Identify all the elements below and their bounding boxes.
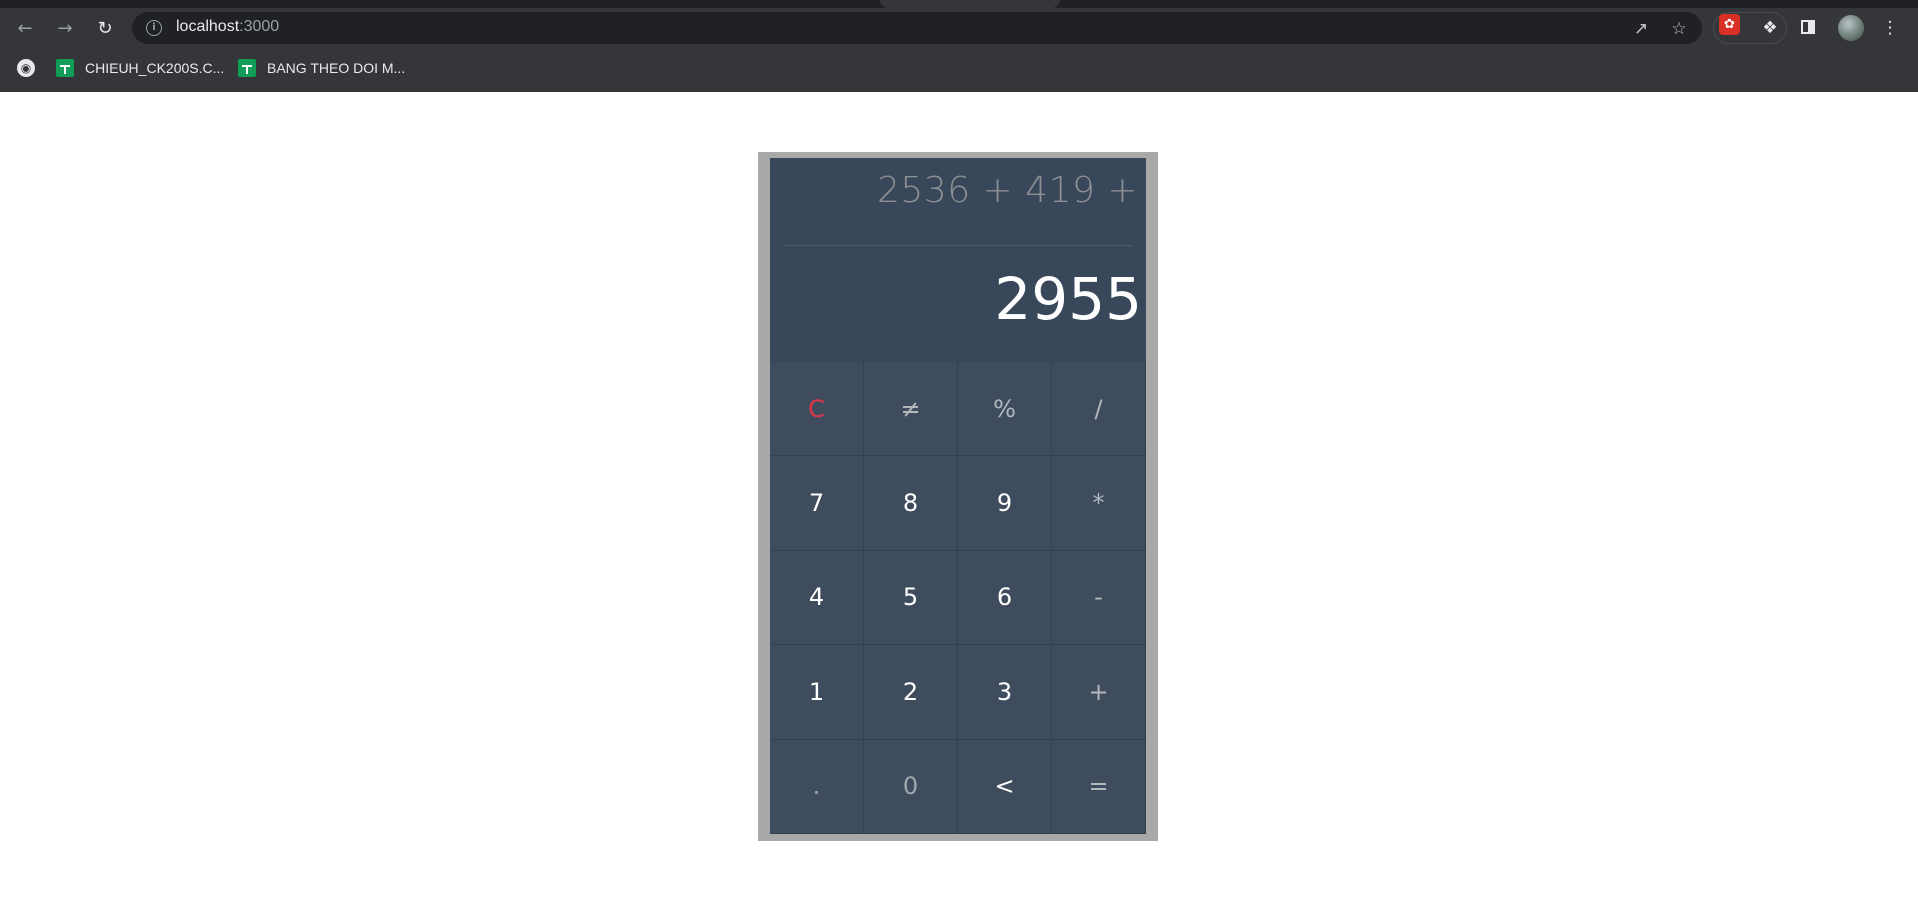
divide-button[interactable]: / <box>1052 362 1146 457</box>
forward-icon[interactable]: → <box>51 14 79 42</box>
decimal-button[interactable]: . <box>770 739 864 834</box>
bookmark-label: CHIEUH_CK200S.C... <box>85 60 225 76</box>
share-icon[interactable]: ↗ <box>1630 18 1652 40</box>
backspace-button[interactable]: < <box>958 739 1052 834</box>
digit-5-button[interactable]: 5 <box>864 550 958 646</box>
digit-0-button[interactable]: 0 <box>864 739 958 834</box>
digit-4-button[interactable]: 4 <box>770 550 864 646</box>
not-equal-button[interactable]: ≠ <box>864 362 958 457</box>
side-panel-icon[interactable] <box>1801 20 1815 34</box>
calculator-display: 2536 + 419 + 2955 <box>770 158 1146 362</box>
multiply-button[interactable]: * <box>1052 456 1146 551</box>
equals-button[interactable]: = <box>1052 739 1146 834</box>
clear-button[interactable]: C <box>770 362 864 457</box>
address-bar[interactable]: i localhost:3000 ↗ ☆ <box>132 12 1702 44</box>
browser-chrome: ← → ↻ i localhost:3000 ↗ ☆ ✿ ❖ ⋮ ◉ CHIEU… <box>0 0 1918 92</box>
bookmark-label: BANG THEO DOI M... <box>267 60 406 76</box>
url-host: localhost <box>176 18 240 35</box>
menu-kebab-icon[interactable]: ⋮ <box>1876 14 1904 42</box>
bookmark-item[interactable]: CHIEUH_CK200S.C... <box>56 58 224 78</box>
digit-9-button[interactable]: 9 <box>958 456 1052 551</box>
url-port: :3000 <box>239 18 280 35</box>
digit-2-button[interactable]: 2 <box>864 645 958 740</box>
digit-7-button[interactable]: 7 <box>770 456 864 551</box>
bookmarks-bar: ◉ CHIEUH_CK200S.C... BANG THEO DOI M... <box>0 52 1918 84</box>
keypad: C ≠%/ 7 8 9 * 4 5 6- 1 2 3 +. 0 < = <box>770 362 1146 834</box>
subtract-button[interactable]: - <box>1052 550 1146 646</box>
bookmark-item[interactable]: BANG THEO DOI M... <box>238 58 405 78</box>
digit-1-button[interactable]: 1 <box>770 645 864 740</box>
digit-8-button[interactable]: 8 <box>864 456 958 551</box>
expression-display: 2536 + 419 + <box>877 170 1138 211</box>
percent-button[interactable]: % <box>958 362 1052 457</box>
extensions-puzzle-icon[interactable]: ❖ <box>1756 14 1784 42</box>
browser-toolbar: ← → ↻ i localhost:3000 ↗ ☆ ✿ ❖ ⋮ <box>0 8 1918 48</box>
calculator: 2536 + 419 + 2955 C ≠%/ 7 8 9 * 4 5 6- 1 2 3 +. 0 < = <box>770 158 1146 834</box>
digit-6-button[interactable]: 6 <box>958 550 1052 646</box>
bookmark-star-icon[interactable]: ☆ <box>1668 18 1690 40</box>
url-text[interactable]: localhost:3000 <box>176 18 279 36</box>
extension-icon[interactable]: ✿ <box>1719 14 1740 35</box>
site-info-icon[interactable]: i <box>146 20 162 36</box>
reload-icon[interactable]: ↻ <box>91 14 119 42</box>
add-button[interactable]: + <box>1052 645 1146 740</box>
display-divider <box>783 245 1133 246</box>
digit-3-button[interactable]: 3 <box>958 645 1052 740</box>
profile-avatar[interactable] <box>1838 15 1864 41</box>
result-display: 2955 <box>994 265 1142 333</box>
back-icon[interactable]: ← <box>11 14 39 42</box>
active-tab-edge[interactable] <box>880 0 1060 8</box>
google-sheets-icon <box>56 59 74 77</box>
globe-icon[interactable]: ◉ <box>17 59 35 77</box>
google-sheets-icon <box>238 59 256 77</box>
